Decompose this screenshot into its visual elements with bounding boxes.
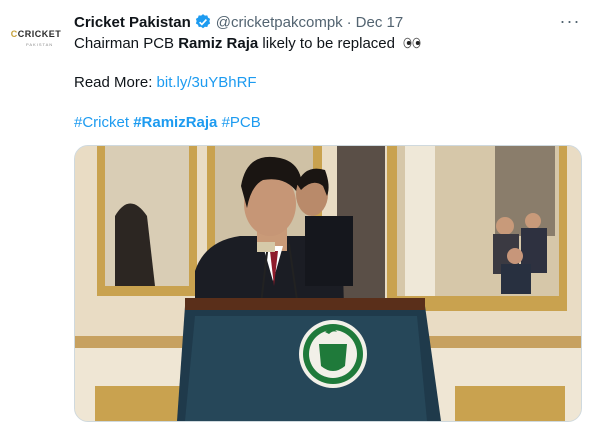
tweet-text-bold: Ramiz Raja <box>178 35 259 52</box>
verified-badge-icon <box>194 13 212 31</box>
hashtag-ramizraja[interactable]: #RamizRaja <box>133 114 217 131</box>
hashtags: #Cricket #RamizRaja #PCB <box>74 114 261 131</box>
tweet-header: Cricket Pakistan @cricketpakcompk · Dec … <box>74 12 403 32</box>
more-options-icon[interactable]: ··· <box>558 10 582 32</box>
tweet-text: Chairman PCB Ramiz Raja likely to be rep… <box>74 35 421 53</box>
read-more-line: Read More: bit.ly/3uYBhRF <box>74 74 257 91</box>
cricket-pakistan-logo: CCRICKET <box>10 29 62 39</box>
avatar-subtext: PAKISTAN <box>26 42 54 47</box>
hashtag-cricket[interactable]: #Cricket <box>74 114 129 131</box>
read-more-label: Read More: <box>74 74 157 91</box>
tweet-photo[interactable] <box>74 145 582 422</box>
header-separator: · <box>346 13 352 31</box>
avatar[interactable]: CCRICKET PAKISTAN <box>10 22 62 47</box>
author-name[interactable]: Cricket Pakistan <box>74 14 191 31</box>
hashtag-pcb[interactable]: #PCB <box>222 114 261 131</box>
read-more-link[interactable]: bit.ly/3uYBhRF <box>157 74 257 91</box>
eyes-emoji-icon <box>403 36 421 53</box>
tweet-card[interactable]: CCRICKET PAKISTAN Cricket Pakistan @cric… <box>0 0 597 430</box>
tweet-text-pre: Chairman PCB <box>74 35 179 52</box>
author-handle[interactable]: @cricketpakcompk <box>216 14 343 31</box>
photo-illustration <box>75 146 581 421</box>
tweet-text-post: likely to be replaced <box>258 35 395 52</box>
tweet-date[interactable]: Dec 17 <box>356 14 404 31</box>
